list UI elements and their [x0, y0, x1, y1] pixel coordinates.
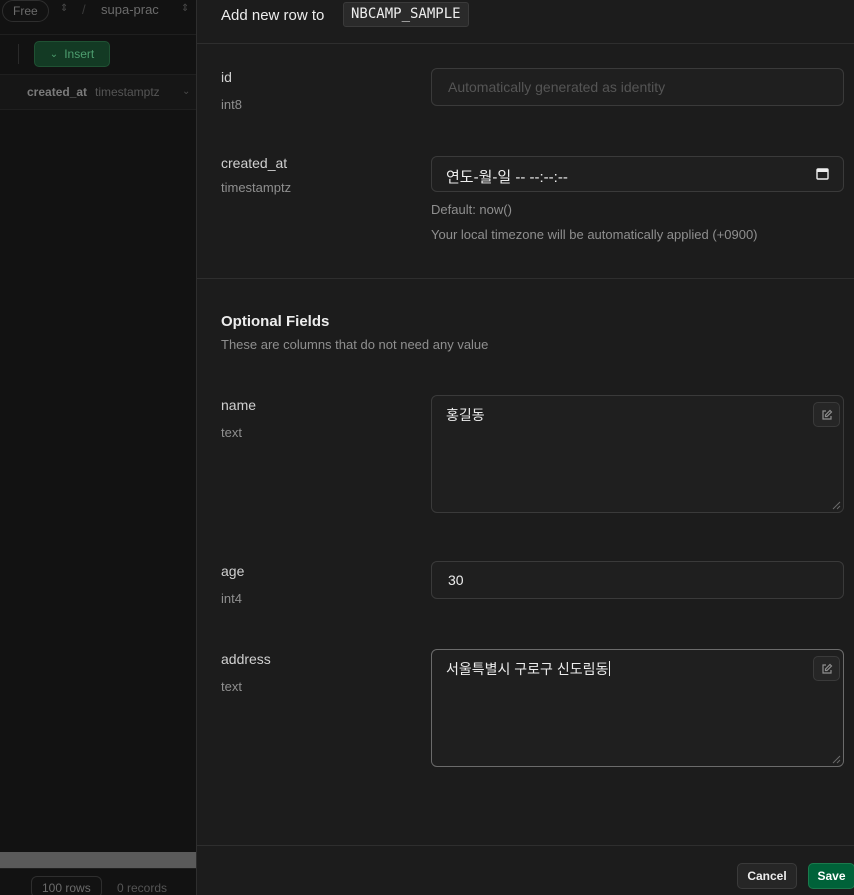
- field-label-id: id: [221, 69, 232, 85]
- expand-editor-button[interactable]: [813, 402, 840, 427]
- section-divider: [197, 278, 854, 279]
- field-type-address: text: [221, 679, 242, 694]
- edit-icon: [821, 409, 832, 420]
- created-at-value: 연도-월-일 -- --:--:--: [446, 169, 568, 186]
- cancel-button[interactable]: Cancel: [737, 863, 797, 889]
- table-editor-background: Free ⇕ / supa-prac ⇕ ⌄ Insert created_at…: [0, 0, 196, 895]
- panel-title: Add new row to: [221, 7, 325, 24]
- divider: [18, 44, 19, 64]
- records-count: 0 records: [117, 881, 168, 895]
- top-bar: Free ⇕ / supa-prac ⇕: [0, 0, 196, 22]
- age-input[interactable]: 30: [431, 561, 844, 599]
- address-value-wrap: 서울특별시 구로구 신도림동: [446, 659, 611, 679]
- rows-count-button[interactable]: 100 rows: [31, 876, 102, 895]
- panel-footer: Cancel Save: [197, 845, 854, 895]
- created-at-timezone-hint: Your local timezone will be automaticall…: [431, 227, 758, 242]
- chevron-updown-icon[interactable]: ⇕: [181, 3, 189, 14]
- address-value: 서울특별시 구로구 신도림동: [446, 661, 609, 677]
- edit-icon: [821, 663, 832, 674]
- chevron-down-icon: ⌄: [49, 48, 59, 60]
- name-value: 홍길동: [446, 407, 485, 423]
- project-name[interactable]: supa-prac: [101, 2, 159, 17]
- chevron-down-icon[interactable]: ⌄: [182, 86, 190, 97]
- age-value: 30: [448, 572, 464, 588]
- field-type-age: int4: [221, 591, 242, 606]
- resize-handle-icon[interactable]: [832, 755, 841, 764]
- created-at-datetime-input[interactable]: 연도-월-일 -- --:--:--: [431, 156, 844, 192]
- save-button[interactable]: Save: [808, 863, 854, 889]
- text-caret: [609, 661, 611, 676]
- add-row-panel: Add new row to NBCAMP_SAMPLE id int8 Aut…: [196, 0, 854, 895]
- grid-header: created_at timestamptz ⌄: [0, 74, 196, 110]
- divider: [0, 34, 196, 35]
- field-type-name: text: [221, 425, 242, 440]
- calendar-icon[interactable]: [816, 167, 829, 180]
- id-placeholder: Automatically generated as identity: [448, 79, 666, 95]
- created-at-default-hint: Default: now(): [431, 202, 512, 217]
- field-label-created-at: created_at: [221, 155, 288, 171]
- optional-fields-subtitle: These are columns that do not need any v…: [221, 337, 489, 352]
- field-type-created-at: timestamptz: [221, 180, 292, 195]
- field-label-name: name: [221, 397, 257, 413]
- insert-button[interactable]: ⌄ Insert: [34, 41, 110, 67]
- panel-header: Add new row to NBCAMP_SAMPLE: [197, 0, 854, 44]
- grid-footer: 100 rows 0 records: [0, 868, 196, 895]
- column-type: timestamptz: [95, 85, 160, 99]
- field-type-id: int8: [221, 97, 242, 112]
- id-input[interactable]: Automatically generated as identity: [431, 68, 844, 106]
- name-textarea[interactable]: 홍길동: [431, 395, 844, 513]
- plan-badge[interactable]: Free: [2, 0, 49, 22]
- breadcrumb-separator: /: [82, 2, 86, 17]
- table-name-chip: NBCAMP_SAMPLE: [343, 2, 469, 27]
- horizontal-scrollbar[interactable]: [0, 852, 196, 868]
- field-label-age: age: [221, 563, 245, 579]
- resize-handle-icon[interactable]: [832, 501, 841, 510]
- address-textarea[interactable]: 서울특별시 구로구 신도림동: [431, 649, 844, 767]
- field-label-address: address: [221, 651, 271, 667]
- optional-fields-title: Optional Fields: [221, 313, 330, 330]
- insert-label: Insert: [64, 47, 95, 61]
- column-name[interactable]: created_at: [27, 85, 87, 99]
- chevron-updown-icon[interactable]: ⇕: [60, 3, 68, 14]
- expand-editor-button[interactable]: [813, 656, 840, 681]
